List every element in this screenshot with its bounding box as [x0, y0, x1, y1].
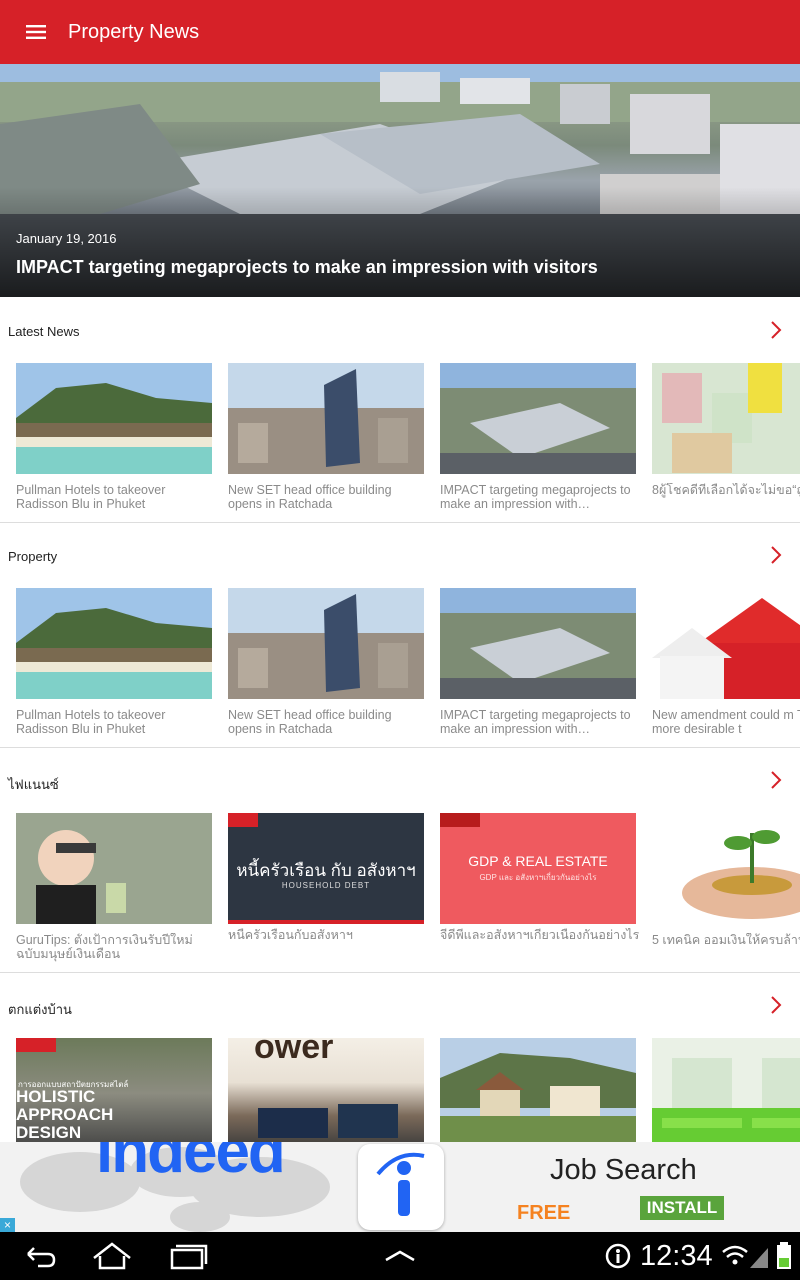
- thumbnail-overlay-text: หนี้ครัวเรือน กับ อสังหาฯ: [236, 861, 416, 880]
- featured-article[interactable]: January 19, 2016 IMPACT targeting megapr…: [0, 64, 800, 297]
- thumbnail-accent-bar: [228, 920, 424, 924]
- news-card[interactable]: 8ผู้โชคดีที่เลือกได้จะไม่ขอ“ถูกห: [652, 363, 800, 513]
- chevron-right-icon[interactable]: [766, 995, 786, 1015]
- home-icon[interactable]: [88, 1240, 136, 1272]
- news-thumbnail: [652, 1038, 800, 1149]
- news-card[interactable]: หนี้ครัวเรือน กับ อสังหาฯ HOUSEHOLD DEBT…: [228, 813, 424, 958]
- hamburger-menu-icon[interactable]: [0, 0, 72, 64]
- section-header[interactable]: Property: [0, 523, 800, 587]
- news-caption: IMPACT targeting megaprojects to make an…: [440, 708, 631, 736]
- ddproperty-logo-icon: [440, 813, 480, 827]
- section-title: Latest News: [8, 324, 80, 339]
- news-caption: 5 เทคนิค ออมเงินให้ครบล้าน: [652, 933, 800, 947]
- news-thumbnail: [652, 813, 800, 924]
- news-thumbnail: ower: [228, 1038, 424, 1149]
- news-card[interactable]: New SET head office building opens in Ra…: [228, 588, 424, 738]
- section-latest-news: Latest News Pullman Hotels to takeover R…: [0, 298, 800, 523]
- news-caption: New SET head office building opens in Ra…: [228, 708, 392, 736]
- status-clock: 12:34: [640, 1240, 713, 1272]
- news-thumbnail: [228, 588, 424, 699]
- wifi-icon: [722, 1245, 748, 1265]
- news-caption: จีดีพีและอสังหาฯเกี่ยวเนื่องกันอย่างไร: [440, 928, 640, 942]
- news-caption: New amendment could m Thailand more desi…: [652, 708, 800, 736]
- system-nav-bar: 12:34: [0, 1232, 800, 1280]
- news-card[interactable]: New amendment could m Thailand more desi…: [652, 588, 800, 738]
- app-bar: Property News: [0, 0, 800, 64]
- card-row: Pullman Hotels to takeover Radisson Blu …: [16, 363, 800, 513]
- news-thumbnail: [16, 363, 212, 474]
- thumbnail-overlay-text: ower: [254, 1038, 334, 1066]
- signal-icon: [750, 1248, 768, 1268]
- news-thumbnail: [440, 363, 636, 474]
- indeed-i-icon: [376, 1152, 425, 1216]
- news-card[interactable]: IMPACT targeting megaprojects to make an…: [440, 363, 636, 513]
- thumbnail-overlay-text: GDP & REAL ESTATE: [468, 853, 608, 869]
- section-header[interactable]: ไฟแนนซ์: [0, 748, 800, 812]
- chevron-right-icon[interactable]: [766, 320, 786, 340]
- news-caption: New SET head office building opens in Ra…: [228, 483, 392, 511]
- section-title: ไฟแนนซ์: [8, 777, 59, 792]
- app-title: Property News: [68, 20, 200, 43]
- news-thumbnail: [440, 588, 636, 699]
- news-card[interactable]: Pullman Hotels to takeover Radisson Blu …: [16, 363, 212, 513]
- news-thumbnail: การออกแบบสถาปัตยกรรมสไตล์ HOLISTIC APPRO…: [16, 1038, 212, 1149]
- news-thumbnail: [652, 363, 800, 474]
- news-card[interactable]: 5 เทคนิค ออมเงินให้ครบล้าน: [652, 813, 800, 963]
- news-thumbnail: [440, 1038, 636, 1149]
- section-finance: ไฟแนนซ์ GuruTips: ตั้งเป้าการเงินรับปีให…: [0, 748, 800, 973]
- ddproperty-logo-icon: [228, 813, 258, 827]
- ad-headline: Job Search: [550, 1154, 697, 1186]
- ad-app-icon: [358, 1144, 444, 1230]
- section-header[interactable]: ตกแต่งบ้าน: [0, 973, 800, 1037]
- section-property: Property Pullman Hotels to takeover Radi…: [0, 523, 800, 748]
- chevron-up-icon[interactable]: [376, 1240, 424, 1272]
- featured-article-title: IMPACT targeting megaprojects to make an…: [16, 257, 598, 277]
- thumbnail-overlay-subtext: HOUSEHOLD DEBT: [281, 881, 371, 890]
- news-card[interactable]: IMPACT targeting megaprojects to make an…: [440, 588, 636, 738]
- section-header[interactable]: Latest News: [0, 298, 800, 362]
- news-thumbnail: [228, 363, 424, 474]
- section-title: Property: [8, 549, 58, 564]
- accessibility-icon: [605, 1243, 631, 1269]
- news-thumbnail: [16, 813, 212, 924]
- news-caption: Pullman Hotels to takeover Radisson Blu …: [16, 483, 166, 511]
- battery-icon: [777, 1242, 791, 1269]
- card-row: Pullman Hotels to takeover Radisson Blu …: [16, 588, 800, 738]
- section-title: ตกแต่งบ้าน: [8, 1002, 72, 1017]
- news-card[interactable]: New SET head office building opens in Ra…: [228, 363, 424, 513]
- news-thumbnail: [16, 588, 212, 699]
- ad-free-label: FREE: [517, 1202, 571, 1224]
- recent-apps-icon[interactable]: [164, 1240, 212, 1272]
- ddproperty-logo-icon: [16, 1038, 56, 1052]
- chevron-right-icon[interactable]: [766, 545, 786, 565]
- news-caption: 8ผู้โชคดีที่เลือกได้จะไม่ขอ“ถูกห: [652, 483, 800, 497]
- news-caption: หนี้ครัวเรือนกับอสังหาฯ: [228, 928, 353, 942]
- back-icon[interactable]: [16, 1240, 64, 1272]
- news-card[interactable]: Pullman Hotels to takeover Radisson Blu …: [16, 588, 212, 738]
- ad-install-button[interactable]: INSTALL: [640, 1196, 724, 1220]
- ad-banner[interactable]: indeed Job Search FREE INSTALL: [0, 1142, 800, 1232]
- featured-article-overlay: [0, 187, 800, 297]
- chevron-right-icon[interactable]: [766, 770, 786, 790]
- thumbnail-overlay-subtext: GDP และ อสังหาฯเกี่ยวกันอย่างไร: [479, 873, 597, 882]
- ad-brand-logo: indeed: [96, 1142, 286, 1186]
- news-caption: IMPACT targeting megaprojects to make an…: [440, 483, 631, 511]
- news-thumbnail: หนี้ครัวเรือน กับ อสังหาฯ HOUSEHOLD DEBT: [228, 813, 424, 924]
- news-thumbnail: [652, 588, 800, 699]
- thumbnail-tv-display: [258, 1108, 328, 1138]
- news-card[interactable]: GuruTips: ตั้งเป้าการเงินรับปีใหม่ฉบับมน…: [16, 813, 212, 963]
- news-thumbnail: GDP & REAL ESTATE GDP และ อสังหาฯเกี่ยวก…: [440, 813, 636, 924]
- ad-close-button[interactable]: ×: [0, 1218, 15, 1232]
- thumbnail-tv-display: [338, 1104, 398, 1138]
- news-card[interactable]: GDP & REAL ESTATE GDP และ อสังหาฯเกี่ยวก…: [440, 813, 639, 958]
- card-row: GuruTips: ตั้งเป้าการเงินรับปีใหม่ฉบับมน…: [16, 813, 800, 963]
- news-caption: GuruTips: ตั้งเป้าการเงินรับปีใหม่ฉบับมน…: [16, 933, 193, 961]
- featured-article-date: January 19, 2016: [16, 231, 117, 246]
- news-caption: Pullman Hotels to takeover Radisson Blu …: [16, 708, 166, 736]
- thumbnail-overlay-text: HOLISTIC APPROACH DESIGN: [16, 1087, 114, 1142]
